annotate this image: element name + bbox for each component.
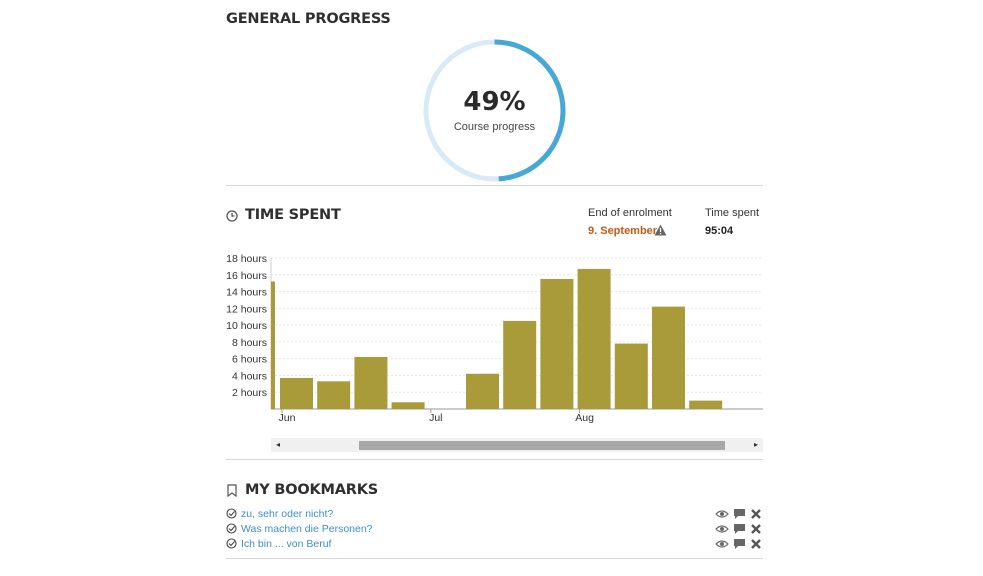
chart-bar [391,402,425,409]
chart-bar [271,281,275,409]
warning-icon [654,224,667,236]
bookmarks-title: MY BOOKMARKS [245,482,379,498]
x-tick-label: Jul [429,412,442,424]
progress-percent: 49% [463,87,526,117]
y-tick-label: 12 hours [226,303,267,315]
close-icon[interactable] [750,508,762,520]
chart-bar [540,278,574,409]
x-tick-label: Jun [279,412,296,424]
end-of-enrolment-value: 9. September [588,225,658,237]
eye-icon[interactable] [715,523,729,535]
bookmark-marker-icon [226,523,237,534]
end-of-enrolment-label: End of enrolment [588,207,672,219]
bookmark-item: Ich bin ... von Beruf [226,537,763,552]
bookmark-link[interactable]: zu, sehr oder nicht? [241,508,333,520]
bookmark-marker-icon [226,538,237,549]
chart-bar [503,320,537,409]
eye-icon[interactable] [715,508,729,520]
time-spent-title: TIME SPENT [245,207,341,223]
comment-icon[interactable] [733,523,746,535]
bookmark-link[interactable]: Ich bin ... von Beruf [241,538,331,550]
scroll-left-arrow[interactable]: ◂ [271,438,285,452]
scroll-right-arrow[interactable]: ▸ [749,438,763,452]
time-spent-label: Time spent [705,207,760,219]
y-tick-label: 6 hours [232,354,267,366]
y-tick-label: 2 hours [232,387,267,399]
comment-icon[interactable] [733,508,746,520]
chart-bar [689,400,723,409]
bookmark-item: zu, sehr oder nicht? [226,507,763,522]
chart-scrollbar[interactable]: ◂ ▸ [271,438,763,452]
scroll-thumb[interactable] [359,441,725,450]
chart-bar [577,268,611,409]
y-tick-label: 4 hours [232,370,267,382]
chart-bar [317,381,351,409]
y-tick-label: 14 hours [226,287,267,299]
close-icon[interactable] [750,538,762,550]
chart-bar [354,356,388,409]
divider [226,558,763,559]
divider [226,185,763,186]
progress-caption: Course progress [453,121,536,133]
y-tick-label: 8 hours [232,337,267,349]
general-progress-title: GENERAL PROGRESS [226,11,391,27]
chart-bar [614,343,648,409]
y-tick-label: 18 hours [226,253,267,265]
divider [226,459,763,460]
bookmark-link[interactable]: Was machen die Personen? [241,523,373,535]
y-tick-label: 10 hours [226,320,267,332]
x-tick-label: Aug [575,412,594,424]
eye-icon[interactable] [715,538,729,550]
clock-icon [226,210,238,222]
comment-icon[interactable] [733,538,746,550]
time-spent-chart: 2 hours 4 hours 6 hours 8 hours 10 hours 12 h… [226,253,763,424]
bookmark-item: Was machen die Personen? [226,522,763,537]
close-icon[interactable] [750,523,762,535]
y-tick-label: 16 hours [226,270,267,282]
chart-bar [280,377,313,409]
bookmark-marker-icon [226,508,237,519]
time-spent-value: 95:04 [705,225,734,237]
chart-bar [466,373,499,409]
bookmark-icon [227,484,237,497]
chart-bar [652,306,685,409]
